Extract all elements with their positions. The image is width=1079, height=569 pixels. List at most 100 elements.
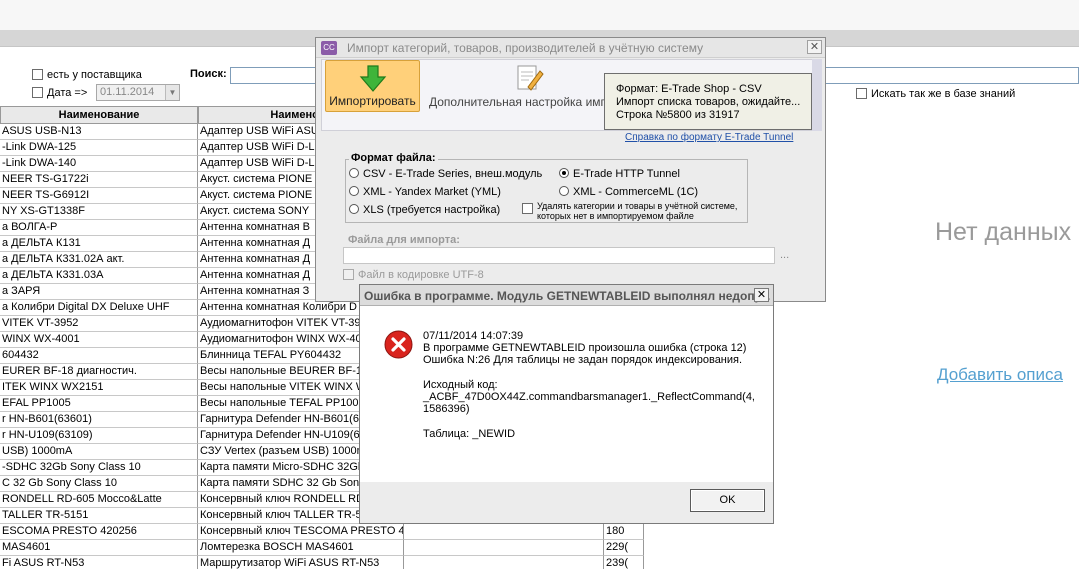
- cell-name: а ДЕЛЬТА К131: [0, 236, 198, 252]
- cell-extra: [404, 524, 604, 540]
- cell-extra: [404, 540, 604, 556]
- download-arrow-icon: [359, 65, 387, 92]
- import-button[interactable]: Импортировать: [325, 60, 420, 112]
- error-timestamp: 07/11/2014 14:07:39: [423, 330, 524, 342]
- error-icon: [384, 330, 413, 359]
- radio-commerceml[interactable]: XML - CommerceML (1С): [559, 186, 698, 198]
- top-toolbar: [0, 0, 1079, 30]
- error-line-2: Ошибка N:26 Для таблицы не задан порядок…: [423, 354, 743, 366]
- radio-csv-label: CSV - E-Trade Series, внеш.модуль: [363, 168, 543, 180]
- file-format-label: Формат файла:: [349, 152, 438, 164]
- utf8-checkbox[interactable]: [343, 269, 354, 280]
- cell-name: RONDELL RD-605 Mocco&Latte: [0, 492, 198, 508]
- cell-full-name: Консервный ключ TESCOMA PRESTO 42: [198, 524, 404, 540]
- supplier-filter[interactable]: есть у поставщика: [32, 69, 142, 81]
- cell-name: USB) 1000mA: [0, 444, 198, 460]
- cell-name: EFAL PP1005: [0, 396, 198, 412]
- supplier-checkbox[interactable]: [32, 69, 43, 80]
- error-dialog-title: Ошибка в программе. Модуль GETNEWTABLEID…: [364, 289, 771, 303]
- cell-price: 180: [604, 524, 644, 540]
- error-dialog-footer: OK: [360, 482, 773, 523]
- error-dialog: Ошибка в программе. Модуль GETNEWTABLEID…: [359, 284, 774, 524]
- utf8-option[interactable]: Файл в кодировке UTF-8: [343, 269, 484, 281]
- radio-xls-label: XLS (требуется настройка): [363, 204, 501, 216]
- delete-missing-label: Удалять категории и товары в учётной сис…: [537, 201, 738, 221]
- error-message: 07/11/2014 14:07:39 В программе GETNEWTA…: [423, 330, 768, 440]
- cell-name: r HN-U109(63109): [0, 428, 198, 444]
- delete-missing-checkbox[interactable]: [522, 203, 533, 214]
- knowledge-base-checkbox[interactable]: [856, 88, 867, 99]
- cell-name: а ЗАРЯ: [0, 284, 198, 300]
- cell-name: 604432: [0, 348, 198, 364]
- date-value: 01.11.2014: [100, 86, 155, 98]
- file-path-input[interactable]: [343, 247, 775, 264]
- error-table: Таблица: _NEWID: [423, 428, 516, 440]
- search-label: Поиск:: [190, 68, 227, 80]
- cell-name: ASUS USB-N13: [0, 124, 198, 140]
- ok-button[interactable]: OK: [690, 489, 765, 512]
- close-icon[interactable]: ✕: [754, 288, 769, 302]
- close-icon[interactable]: ✕: [807, 40, 822, 54]
- date-checkbox[interactable]: [32, 87, 43, 98]
- radio-http-tunnel[interactable]: E-Trade HTTP Tunnel: [559, 168, 680, 180]
- radio-xls[interactable]: XLS (требуется настройка): [349, 204, 500, 216]
- table-row[interactable]: Fi ASUS RT-N53 Маршрутизатор WiFi ASUS RT…: [0, 556, 644, 569]
- tooltip-row-counter: Строка №5800 из 31917: [616, 109, 740, 121]
- date-label: Дата =>: [47, 87, 88, 99]
- radio-yml[interactable]: XML - Yandex Market (YML): [349, 186, 501, 198]
- radio-http-tunnel-label: E-Trade HTTP Tunnel: [573, 168, 680, 180]
- cell-name: VITEK VT-3952: [0, 316, 198, 332]
- add-description-link[interactable]: Добавить описа: [937, 365, 1063, 385]
- cell-full-name: Ломтерезка BOSCH MAS4601: [198, 540, 404, 556]
- error-dialog-titlebar[interactable]: Ошибка в программе. Модуль GETNEWTABLEID…: [360, 285, 773, 306]
- import-window-titlebar[interactable]: CC Импорт категорий, товаров, производит…: [316, 38, 825, 58]
- cell-name: а ВОЛГА-Р: [0, 220, 198, 236]
- source-code-label: Исходный код:: [423, 379, 498, 391]
- file-format-group: Формат файла: CSV - E-Trade Series, внеш…: [345, 152, 748, 223]
- error-line-1: В программе GETNEWTABLEID произошла ошиб…: [423, 342, 747, 354]
- edit-document-icon: [517, 65, 544, 91]
- app-icon: CC: [321, 41, 337, 55]
- cell-price: 229(: [604, 540, 644, 556]
- import-window-title: Импорт категорий, товаров, производителе…: [347, 41, 704, 55]
- cell-name: Fi ASUS RT-N53: [0, 556, 198, 569]
- date-picker[interactable]: 01.11.2014 ▼: [96, 84, 180, 101]
- cell-name: а ДЕЛЬТА К331.02А акт.: [0, 252, 198, 268]
- cell-price: 239(: [604, 556, 644, 569]
- import-button-label: Импортировать: [329, 94, 416, 108]
- column-header-name[interactable]: Наименование: [0, 106, 198, 124]
- cell-name: -SDHC 32Gb Sony Class 10: [0, 460, 198, 476]
- cell-name: r HN-B601(63601): [0, 412, 198, 428]
- advanced-settings-button[interactable]: Дополнительная настройка имп: [426, 60, 616, 112]
- date-filter[interactable]: Дата =>: [32, 87, 87, 99]
- cell-name: ITEK WINX WX2151: [0, 380, 198, 396]
- chevron-down-icon[interactable]: ▼: [165, 85, 179, 100]
- cell-name: EURER BF-18 диагностич.: [0, 364, 198, 380]
- cell-name: ESCOMA PRESTO 420256: [0, 524, 198, 540]
- cell-name: -Link DWA-125: [0, 140, 198, 156]
- utf8-label: Файл в кодировке UTF-8: [358, 269, 484, 281]
- tooltip-format: Формат: E-Trade Shop - CSV: [616, 83, 762, 95]
- progress-tooltip: Формат: E-Trade Shop - CSV Импорт списка…: [604, 73, 812, 130]
- knowledge-base-filter[interactable]: Искать так же в базе знаний: [856, 88, 1015, 100]
- browse-button[interactable]: ...: [780, 249, 789, 261]
- cell-full-name: Маршрутизатор WiFi ASUS RT-N53: [198, 556, 404, 569]
- cell-name: -Link DWA-140: [0, 156, 198, 172]
- cell-name: NY XS-GT1338F: [0, 204, 198, 220]
- source-code: _ACBF_47D0OX44Z.commandbarsmanager1._Ref…: [423, 391, 755, 415]
- radio-commerceml-label: XML - CommerceML (1С): [573, 186, 699, 198]
- delete-missing-option[interactable]: Удалять категории и товары в учётной сис…: [522, 201, 748, 221]
- cell-name: С 32 Gb Sony Class 10: [0, 476, 198, 492]
- cell-name: а Колибри Digital DX Deluxe UHF: [0, 300, 198, 316]
- radio-yml-label: XML - Yandex Market (YML): [363, 186, 501, 198]
- table-row[interactable]: MAS4601 Ломтерезка BOSCH MAS4601 229(: [0, 540, 644, 556]
- cell-name: NEER TS-G1722i: [0, 172, 198, 188]
- radio-csv[interactable]: CSV - E-Trade Series, внеш.модуль: [349, 168, 542, 180]
- cell-name: MAS4601: [0, 540, 198, 556]
- table-row[interactable]: ESCOMA PRESTO 420256 Консервный ключ TESC…: [0, 524, 644, 540]
- ribbon-scrollbar[interactable]: [812, 59, 822, 131]
- no-data-label: Нет данных: [935, 218, 1072, 246]
- cell-name: NEER TS-G6912I: [0, 188, 198, 204]
- file-import-label: Файла для импорта:: [348, 234, 460, 246]
- format-help-link[interactable]: Справка по формату E-Trade Tunnel: [625, 132, 793, 143]
